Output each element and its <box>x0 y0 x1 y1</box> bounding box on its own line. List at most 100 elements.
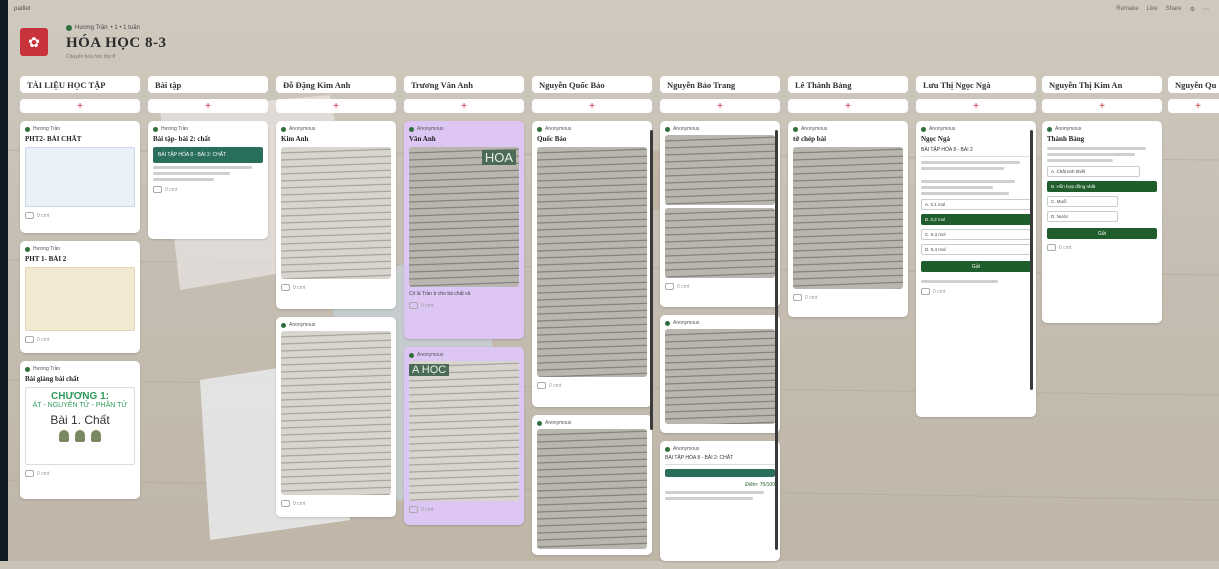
column-van-anh: Trương Vân Anh + Anonymous Vân Anh HOA C… <box>404 76 524 533</box>
post-card[interactable]: Anonymous <box>660 315 780 433</box>
column-header[interactable]: Lê Thành Bảng <box>788 76 908 93</box>
post-card[interactable]: Hương Trần Bài giảng bài chất CHƯƠNG 1: … <box>20 361 140 499</box>
remake-button[interactable]: Remake <box>1116 6 1138 13</box>
column-header[interactable]: Nguyễn Bảo Trang <box>660 76 780 93</box>
comment-row[interactable]: 0 cmt <box>665 283 775 290</box>
post-card[interactable]: Hương Trần PHT2- BÀI CHẤT 0 cmt <box>20 121 140 233</box>
column-header[interactable]: Nguyễn Qu <box>1168 76 1219 93</box>
column-header[interactable]: Lưu Thị Ngọc Ngà <box>916 76 1036 93</box>
post-card[interactable]: Anonymous Thành Bảng A. Chất tinh khiết … <box>1042 121 1162 323</box>
presentation-thumbnail[interactable] <box>25 267 135 331</box>
post-card[interactable]: Anonymous Kim Anh 0 cmt <box>276 121 396 309</box>
add-post-button[interactable]: + <box>20 99 140 113</box>
notebook-photo[interactable] <box>537 147 647 377</box>
post-card[interactable]: Anonymous Vân Anh HOA Cô là Trần tr cho … <box>404 121 524 339</box>
post-card[interactable]: Anonymous 0 cmt <box>660 121 780 307</box>
column-header[interactable]: Nguyễn Thị Kim An <box>1042 76 1162 93</box>
more-icon[interactable]: ⋯ <box>1203 6 1209 13</box>
quiz-line <box>921 280 998 283</box>
post-card[interactable]: Anonymous BÀI TẬP HÓA 8 - BÀI 2: CHẤT Đi… <box>660 441 780 561</box>
comment-row[interactable]: 0 cmt <box>281 284 391 291</box>
comment-count: 0 cmt <box>165 186 178 193</box>
like-button[interactable]: Like <box>1147 6 1158 13</box>
add-post-button[interactable]: + <box>532 99 652 113</box>
column-bai-tap: Bài tập + Hương Trần Bài tập- bài 2: chấ… <box>148 76 268 247</box>
post-title: Bài giảng bài chất <box>25 375 79 383</box>
add-post-button[interactable]: + <box>148 99 268 113</box>
document-thumbnail[interactable] <box>25 147 135 207</box>
post-card[interactable]: Anonymous Ngọc Ngà BÀI TẬP HÓA 8 - BÀI 2… <box>916 121 1036 417</box>
quiz-option-selected[interactable]: B. 0,2 mol <box>921 214 1031 225</box>
quiz-line <box>921 180 1015 183</box>
comment-row[interactable]: 0 cmt <box>793 294 903 301</box>
column-scrollbar[interactable] <box>775 130 778 550</box>
form-banner[interactable]: BÀI TẬP HÓA 8 - BÀI 2: CHẤT <box>153 147 263 163</box>
comment-row[interactable]: 0 cmt <box>1047 244 1157 251</box>
column-cut-off: Nguyễn Qu + <box>1168 76 1219 121</box>
quiz-option[interactable]: D. Nước <box>1047 211 1118 222</box>
notebook-photo[interactable]: HOA <box>409 147 519 287</box>
add-post-button[interactable]: + <box>916 99 1036 113</box>
quiz-option[interactable]: C. Muối <box>1047 196 1118 207</box>
post-card[interactable]: Anonymous A HỌC 0 cmt <box>404 347 524 525</box>
slide-thumbnail[interactable]: CHƯƠNG 1: ÁT - NGUYÊN TỬ - PHÂN TỬ Bài 1… <box>25 387 135 465</box>
avatar <box>153 126 158 132</box>
column-scrollbar[interactable] <box>650 130 653 430</box>
comment-row[interactable]: 0 cmt <box>537 382 647 389</box>
add-post-button[interactable]: + <box>404 99 524 113</box>
post-title: PHT2- BÀI CHẤT <box>25 135 82 143</box>
avatar <box>537 126 542 132</box>
add-post-button[interactable]: + <box>1168 99 1219 113</box>
notebook-photo[interactable] <box>537 429 647 549</box>
comment-row[interactable]: 0 cmt <box>409 302 519 309</box>
notebook-photo[interactable] <box>665 329 775 424</box>
post-card[interactable]: Anonymous 0 cmt <box>276 317 396 517</box>
settings-icon[interactable]: ⚙ <box>1190 6 1195 13</box>
notebook-photo[interactable] <box>793 147 903 289</box>
notebook-photo[interactable] <box>281 147 391 279</box>
share-button[interactable]: Share <box>1166 6 1182 13</box>
quiz-option[interactable]: D. 0,4 mol <box>921 244 1031 255</box>
comment-row[interactable]: 0 cmt <box>153 186 263 193</box>
post-author: Anonymous <box>537 126 647 132</box>
comment-row[interactable]: 0 cmt <box>25 212 135 219</box>
post-card[interactable]: Hương Trần PHT 1- BÀI 2 0 cmt <box>20 241 140 353</box>
notebook-photo[interactable] <box>665 208 775 278</box>
quiz-option[interactable]: A. Chất tinh khiết <box>1047 166 1140 177</box>
post-card[interactable]: Anonymous Quốc Bảo 0 cmt <box>532 121 652 407</box>
add-post-button[interactable]: + <box>788 99 908 113</box>
column-header[interactable]: Đỗ Đặng Kim Anh <box>276 76 396 93</box>
column-header[interactable]: TÀI LIỆU HỌC TẬP <box>20 76 140 93</box>
add-post-button[interactable]: + <box>1042 99 1162 113</box>
comment-icon <box>921 288 930 295</box>
notebook-photo[interactable] <box>665 135 775 205</box>
comment-row[interactable]: 0 cmt <box>409 506 519 513</box>
quiz-submit-button[interactable]: Gửi <box>1047 228 1157 239</box>
column-header[interactable]: Bài tập <box>148 76 268 93</box>
column-header[interactable]: Nguyễn Quốc Bảo <box>532 76 652 93</box>
form-line <box>153 178 214 181</box>
post-card[interactable]: Anonymous <box>532 415 652 555</box>
column-header[interactable]: Trương Vân Anh <box>404 76 524 93</box>
comment-row[interactable]: 0 cmt <box>921 288 1031 295</box>
notebook-photo[interactable] <box>281 331 391 495</box>
comment-row[interactable]: 0 cmt <box>25 336 135 343</box>
comment-row[interactable]: 0 cmt <box>281 500 391 507</box>
quiz-header: BÀI TẬP HÓA 8 - BÀI 2 <box>921 147 1031 157</box>
notebook-photo[interactable]: A HỌC <box>409 361 519 501</box>
quiz-option[interactable]: A. 0,1 mol <box>921 199 1031 210</box>
author-name[interactable]: Hương Trần <box>75 25 108 31</box>
column-scrollbar[interactable] <box>1030 130 1033 390</box>
post-author-name: Anonymous <box>545 420 572 426</box>
post-card[interactable]: Hương Trần Bài tập- bài 2: chất BÀI TẬP … <box>148 121 268 239</box>
post-card[interactable]: Anonymous tớ chép bài 0 cmt <box>788 121 908 317</box>
post-author: Hương Trần <box>25 366 135 372</box>
app-brand[interactable]: padlet <box>14 6 30 12</box>
add-post-button[interactable]: + <box>660 99 780 113</box>
add-post-button[interactable]: + <box>276 99 396 113</box>
quiz-submit-button[interactable]: Gửi <box>921 261 1031 272</box>
comment-row[interactable]: 0 cmt <box>25 470 135 477</box>
slide-subtitle: ÁT - NGUYÊN TỬ - PHÂN TỬ <box>32 402 128 409</box>
quiz-option-selected[interactable]: B. Hỗn hợp đồng nhất <box>1047 181 1157 192</box>
quiz-option[interactable]: C. 0,3 mol <box>921 229 1031 240</box>
